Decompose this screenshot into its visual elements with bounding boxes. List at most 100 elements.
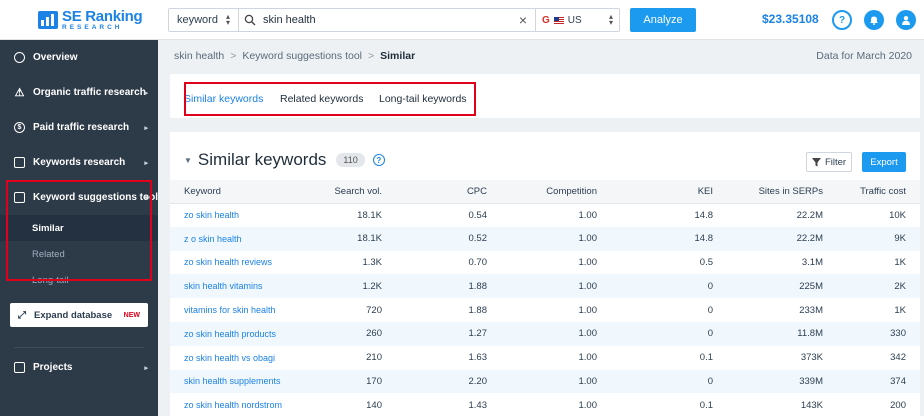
kei-cell: 14.8 xyxy=(597,226,713,251)
breadcrumb-item[interactable]: skin health xyxy=(174,50,224,62)
competition-cell: 1.00 xyxy=(487,369,597,394)
sites-in-serps-cell: 373K xyxy=(713,345,823,370)
breadcrumb-separator: > xyxy=(230,50,237,62)
user-avatar-icon[interactable] xyxy=(896,10,916,30)
select-arrows-icon: ▴ ▾ xyxy=(608,11,613,27)
sidebar-item-projects[interactable]: Projects ▸ xyxy=(0,350,158,385)
export-button[interactable]: Export xyxy=(862,152,906,172)
sidebar-subitem-long-tail[interactable]: Long-tail xyxy=(0,267,158,293)
column-header-traffic-cost[interactable]: Traffic cost xyxy=(823,180,920,204)
sidebar-item-keywords-research[interactable]: Keywords research ▸ xyxy=(0,145,158,180)
sidebar-item-overview[interactable]: Overview xyxy=(0,40,158,75)
keyword-link[interactable]: vitamins for skin health xyxy=(170,298,302,322)
column-header-search-volume[interactable]: Search vol. xyxy=(302,180,382,204)
kei-cell: 0 xyxy=(597,298,713,322)
clear-icon[interactable]: × xyxy=(515,12,531,28)
sites-in-serps-cell: 3.1M xyxy=(713,250,823,275)
keywords-card: ▼ Similar keywords 110 ? Filter Export K… xyxy=(170,132,920,416)
filter-label: Filter xyxy=(824,156,847,168)
competition-cell: 1.00 xyxy=(487,345,597,370)
sidebar-item-label: Organic traffic research xyxy=(33,87,146,98)
search-type-select[interactable]: keyword ▴ ▾ xyxy=(169,9,239,31)
sites-in-serps-cell: 143K xyxy=(713,393,823,416)
keyword-link[interactable]: zo skin health nordstrom xyxy=(170,393,302,416)
projects-icon xyxy=(14,362,25,373)
section-header: ▼ Similar keywords 110 ? xyxy=(184,150,385,170)
search-input[interactable]: skin health xyxy=(261,14,515,26)
table-row: zo skin health nordstrom 140 1.43 1.00 0… xyxy=(170,393,920,416)
traffic-cost-cell: 1K xyxy=(823,250,920,275)
keyword-link[interactable]: zo skin health xyxy=(170,203,302,227)
search-volume-cell: 1.3K xyxy=(302,250,382,275)
cpc-cell: 0.54 xyxy=(382,203,487,227)
sidebar: Overview ⚠ Organic traffic research ▸ $ … xyxy=(0,40,158,416)
region-select[interactable]: G US ▴ ▾ xyxy=(535,9,619,31)
chevron-right-icon: ▸ xyxy=(144,124,148,132)
kei-cell: 0.5 xyxy=(597,250,713,275)
chevron-right-icon: ▸ xyxy=(144,364,148,372)
filter-button[interactable]: Filter xyxy=(806,152,852,172)
table-row: zo skin health 18.1K 0.54 1.00 14.8 22.2… xyxy=(170,203,920,227)
traffic-cost-cell: 374 xyxy=(823,369,920,394)
keyword-link[interactable]: skin health supplements xyxy=(170,369,302,394)
competition-cell: 1.00 xyxy=(487,321,597,346)
column-header-competition[interactable]: Competition xyxy=(487,180,597,204)
logo[interactable]: SE Ranking RESEARCH xyxy=(38,8,143,32)
sidebar-item-keyword-suggestions[interactable]: Keyword suggestions tool ▾ xyxy=(0,180,158,215)
keyword-link[interactable]: zo skin health reviews xyxy=(170,250,302,275)
sidebar-subitem-similar[interactable]: Similar xyxy=(0,215,158,241)
sidebar-subitem-related[interactable]: Related xyxy=(0,241,158,267)
new-badge: NEW xyxy=(123,311,140,319)
breadcrumb-item[interactable]: Keyword suggestions tool xyxy=(242,50,362,62)
expand-database-button[interactable]: ⤢ Expand database NEW xyxy=(10,303,148,327)
data-date-label: Data for March 2020 xyxy=(816,50,912,62)
column-header-kei[interactable]: KEI xyxy=(597,180,713,204)
traffic-cost-cell: 10K xyxy=(823,203,920,227)
keyword-link[interactable]: skin health vitamins xyxy=(170,274,302,299)
sidebar-item-label: Paid traffic research xyxy=(33,122,130,133)
sidebar-item-paid-traffic[interactable]: $ Paid traffic research ▸ xyxy=(0,110,158,145)
sidebar-item-organic-traffic[interactable]: ⚠ Organic traffic research ▸ xyxy=(0,75,158,110)
expand-database-label: Expand database xyxy=(34,309,113,321)
kei-cell: 0 xyxy=(597,321,713,346)
kei-cell: 0 xyxy=(597,274,713,299)
column-header-cpc[interactable]: CPC xyxy=(382,180,487,204)
kei-cell: 0.1 xyxy=(597,345,713,370)
search-icon xyxy=(239,9,261,31)
logo-subtext: RESEARCH xyxy=(62,23,123,31)
table-row: skin health supplements 170 2.20 1.00 0 … xyxy=(170,369,920,394)
traffic-cost-cell: 342 xyxy=(823,345,920,370)
keyword-link[interactable]: zo skin health vs obagi xyxy=(170,345,302,370)
keyword-link[interactable]: z o skin health xyxy=(170,226,302,251)
competition-cell: 1.00 xyxy=(487,203,597,227)
cpc-cell: 1.88 xyxy=(382,298,487,322)
filter-funnel-icon xyxy=(811,157,821,166)
notifications-bell-icon[interactable] xyxy=(864,10,884,30)
search-volume-cell: 18.1K xyxy=(302,226,382,251)
account-balance[interactable]: $23.35108 xyxy=(762,12,819,26)
column-header-sites-in-serps[interactable]: Sites in SERPs xyxy=(713,180,823,204)
collapse-caret-icon[interactable]: ▼ xyxy=(184,156,192,165)
traffic-cost-cell: 200 xyxy=(823,393,920,416)
keyword-count-badge: 110 xyxy=(336,153,365,167)
main-content: skin health > Keyword suggestions tool >… xyxy=(158,40,924,416)
table-header-row: Keyword Search vol. CPC Competition KEI … xyxy=(170,180,920,204)
keyword-research-icon xyxy=(14,157,25,168)
table-row: z o skin health 18.1K 0.52 1.00 14.8 22.… xyxy=(170,226,920,251)
sites-in-serps-cell: 339M xyxy=(713,369,823,394)
cpc-cell: 0.52 xyxy=(382,226,487,251)
chevron-right-icon: ▸ xyxy=(144,159,148,167)
traffic-cost-cell: 1K xyxy=(823,298,920,322)
keyword-link[interactable]: zo skin health products xyxy=(170,321,302,346)
cpc-cell: 1.27 xyxy=(382,321,487,346)
column-header-keyword[interactable]: Keyword xyxy=(170,180,302,204)
help-question-icon[interactable]: ? xyxy=(372,154,385,166)
search-volume-cell: 1.2K xyxy=(302,274,382,299)
help-button[interactable]: ? xyxy=(832,10,852,30)
table-row: skin health vitamins 1.2K 1.88 1.00 0 22… xyxy=(170,274,920,299)
breadcrumb: skin health > Keyword suggestions tool >… xyxy=(174,50,415,62)
competition-cell: 1.00 xyxy=(487,250,597,275)
analyze-button[interactable]: Analyze xyxy=(630,8,696,32)
sites-in-serps-cell: 225M xyxy=(713,274,823,299)
search-volume-cell: 260 xyxy=(302,321,382,346)
